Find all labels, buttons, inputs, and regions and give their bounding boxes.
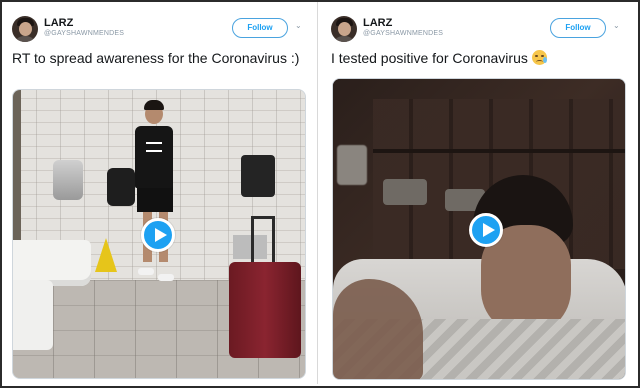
tweet-card-left: LARZ @GAYSHAWNMENDES Follow ⌄ RT to spre… <box>2 2 315 384</box>
video-frame-suitcase-handle <box>251 216 275 264</box>
tweet-text: I tested positive for Coronavirus <box>331 50 528 66</box>
video-frame-hand-dryer <box>53 160 83 200</box>
video-frame-lamp <box>337 145 367 185</box>
video-frame-shoe-left <box>138 268 154 275</box>
avatar[interactable] <box>12 16 38 42</box>
follow-button[interactable]: Follow <box>232 18 288 38</box>
chevron-down-icon[interactable]: ⌄ <box>295 21 302 30</box>
display-name[interactable]: LARZ <box>44 17 73 29</box>
avatar-shirt <box>14 36 36 42</box>
tweet-text-container: I tested positive for Coronavirus <box>331 50 623 67</box>
video-frame-torso <box>135 126 173 188</box>
play-icon[interactable] <box>469 213 503 247</box>
display-name[interactable]: LARZ <box>363 17 392 29</box>
tear-icon <box>542 57 547 63</box>
video-frame-towel-dispenser <box>241 155 275 197</box>
video-frame-headboard-rail <box>373 149 625 153</box>
crying-face-emoji-icon <box>531 50 547 65</box>
tweet-video[interactable] <box>332 78 626 380</box>
avatar-face <box>338 22 351 36</box>
video-frame-suitcase <box>229 262 301 358</box>
video-frame-shoe-right <box>158 274 174 281</box>
video-frame-hair <box>144 100 164 110</box>
user-handle[interactable]: @GAYSHAWNMENDES <box>363 30 443 37</box>
tweet-video[interactable] <box>12 89 306 379</box>
avatar[interactable] <box>331 16 357 42</box>
video-frame-shirt-logo <box>146 142 162 152</box>
tweet-card-right: LARZ @GAYSHAWNMENDES Follow ⌄ I tested p… <box>321 2 636 384</box>
avatar-face <box>19 22 32 36</box>
video-frame-door <box>13 90 21 240</box>
video-frame-sink-lower <box>13 280 53 350</box>
user-handle[interactable]: @GAYSHAWNMENDES <box>44 30 124 37</box>
video-frame-bag <box>107 168 135 206</box>
play-icon[interactable] <box>141 218 175 252</box>
tweet-text: RT to spread awareness for the Coronavir… <box>12 50 300 66</box>
chevron-down-icon[interactable]: ⌄ <box>613 21 620 30</box>
video-frame-fixture <box>383 179 427 205</box>
video-frame-shorts <box>137 184 173 212</box>
avatar-shirt <box>333 36 355 42</box>
follow-button[interactable]: Follow <box>550 18 606 38</box>
